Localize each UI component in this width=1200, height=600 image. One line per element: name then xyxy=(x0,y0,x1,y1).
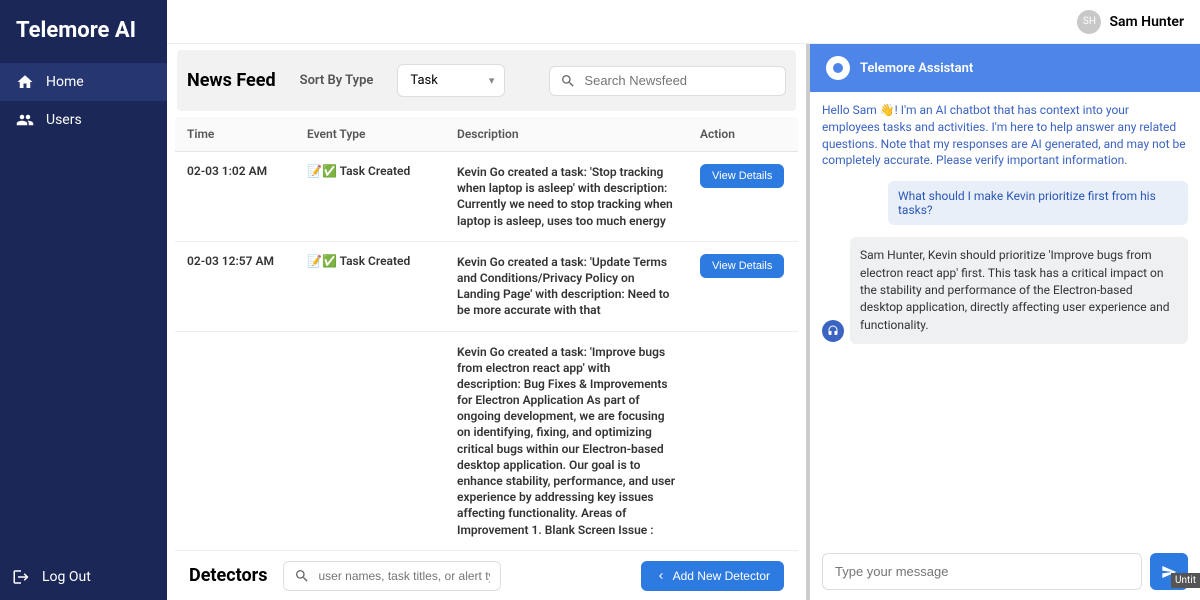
chat-input[interactable] xyxy=(822,553,1142,590)
sort-value: Task xyxy=(410,73,437,88)
col-action: Action xyxy=(688,117,798,152)
sidebar-nav: Home Users xyxy=(0,63,167,554)
feed-time xyxy=(175,331,295,550)
detectors-search-input[interactable] xyxy=(318,569,490,583)
assistant-header: Telemore Assistant xyxy=(810,44,1200,92)
feed-row: Kevin Go created a task: 'Improve bugs f… xyxy=(175,331,798,550)
feed-table: Time Event Type Description Action 02-03… xyxy=(175,117,798,551)
chat-body: Hello Sam 👋! I'm an AI chatbot that has … xyxy=(810,92,1200,543)
detectors-title: Detectors xyxy=(189,565,267,586)
feed-search-input[interactable] xyxy=(584,73,775,88)
feed-row: 02-03 12:57 AM 📝✅ Task Created Kevin Go … xyxy=(175,241,798,331)
sidebar: Telemore AI Home Users Log Out xyxy=(0,0,167,600)
assistant-message: Sam Hunter, Kevin should prioritize 'Imp… xyxy=(850,237,1188,344)
feed-type xyxy=(295,331,445,550)
col-type: Event Type xyxy=(295,117,445,152)
left-pane: News Feed Sort By Type Task Time Even xyxy=(167,44,810,600)
sort-label: Sort By Type xyxy=(300,73,374,88)
sort-select[interactable]: Task xyxy=(397,64,505,97)
avatar[interactable]: SH xyxy=(1077,10,1101,34)
col-time: Time xyxy=(175,117,295,152)
brand-title: Telemore AI xyxy=(0,0,167,63)
sidebar-item-label: Users xyxy=(46,112,82,128)
sidebar-item-users[interactable]: Users xyxy=(0,101,167,139)
topbar: SH Sam Hunter xyxy=(167,0,1200,44)
detectors-section: Detectors Add New Detector xyxy=(175,551,798,600)
main-area: SH Sam Hunter News Feed Sort By Type Tas… xyxy=(167,0,1200,600)
feed-desc: Kevin Go created a task: 'Improve bugs f… xyxy=(445,331,688,550)
sidebar-item-label: Home xyxy=(46,74,84,90)
corner-tag: Untit xyxy=(1171,573,1200,588)
feed-time: 02-03 12:57 AM xyxy=(175,241,295,331)
feed-search[interactable] xyxy=(549,66,786,96)
feed-row: 02-03 1:02 AM 📝✅ Task Created Kevin Go c… xyxy=(175,152,798,242)
sidebar-item-home[interactable]: Home xyxy=(0,63,167,101)
assistant-intro: Hello Sam 👋! I'm an AI chatbot that has … xyxy=(822,102,1188,169)
assistant-avatar-icon xyxy=(822,320,844,342)
feed-desc: Kevin Go created a task: 'Stop tracking … xyxy=(445,152,688,242)
assistant-logo-icon xyxy=(826,56,850,80)
view-details-button[interactable]: View Details xyxy=(700,254,784,278)
search-icon xyxy=(294,568,310,584)
feed-type: 📝✅ Task Created xyxy=(295,241,445,331)
user-message: What should I make Kevin prioritize firs… xyxy=(888,181,1188,225)
username-label: Sam Hunter xyxy=(1109,14,1184,30)
logout-button[interactable]: Log Out xyxy=(0,554,167,600)
chat-input-row xyxy=(810,543,1200,600)
feed-time: 02-03 1:02 AM xyxy=(175,152,295,242)
users-icon xyxy=(16,111,34,129)
detectors-search[interactable] xyxy=(283,561,501,591)
view-details-button[interactable]: View Details xyxy=(700,164,784,188)
feed-header: News Feed Sort By Type Task xyxy=(177,50,796,111)
search-icon xyxy=(560,73,576,89)
add-detector-button[interactable]: Add New Detector xyxy=(641,561,784,591)
feed-desc: Kevin Go created a task: 'Update Terms a… xyxy=(445,241,688,331)
assistant-title: Telemore Assistant xyxy=(860,61,973,76)
add-detector-label: Add New Detector xyxy=(673,569,770,583)
chevron-left-icon xyxy=(655,570,667,582)
assistant-panel: Telemore Assistant Hello Sam 👋! I'm an A… xyxy=(810,44,1200,600)
logout-label: Log Out xyxy=(42,569,91,585)
col-desc: Description xyxy=(445,117,688,152)
feed-title: News Feed xyxy=(187,70,276,91)
feed-type: 📝✅ Task Created xyxy=(295,152,445,242)
logout-icon xyxy=(12,568,30,586)
home-icon xyxy=(16,73,34,91)
